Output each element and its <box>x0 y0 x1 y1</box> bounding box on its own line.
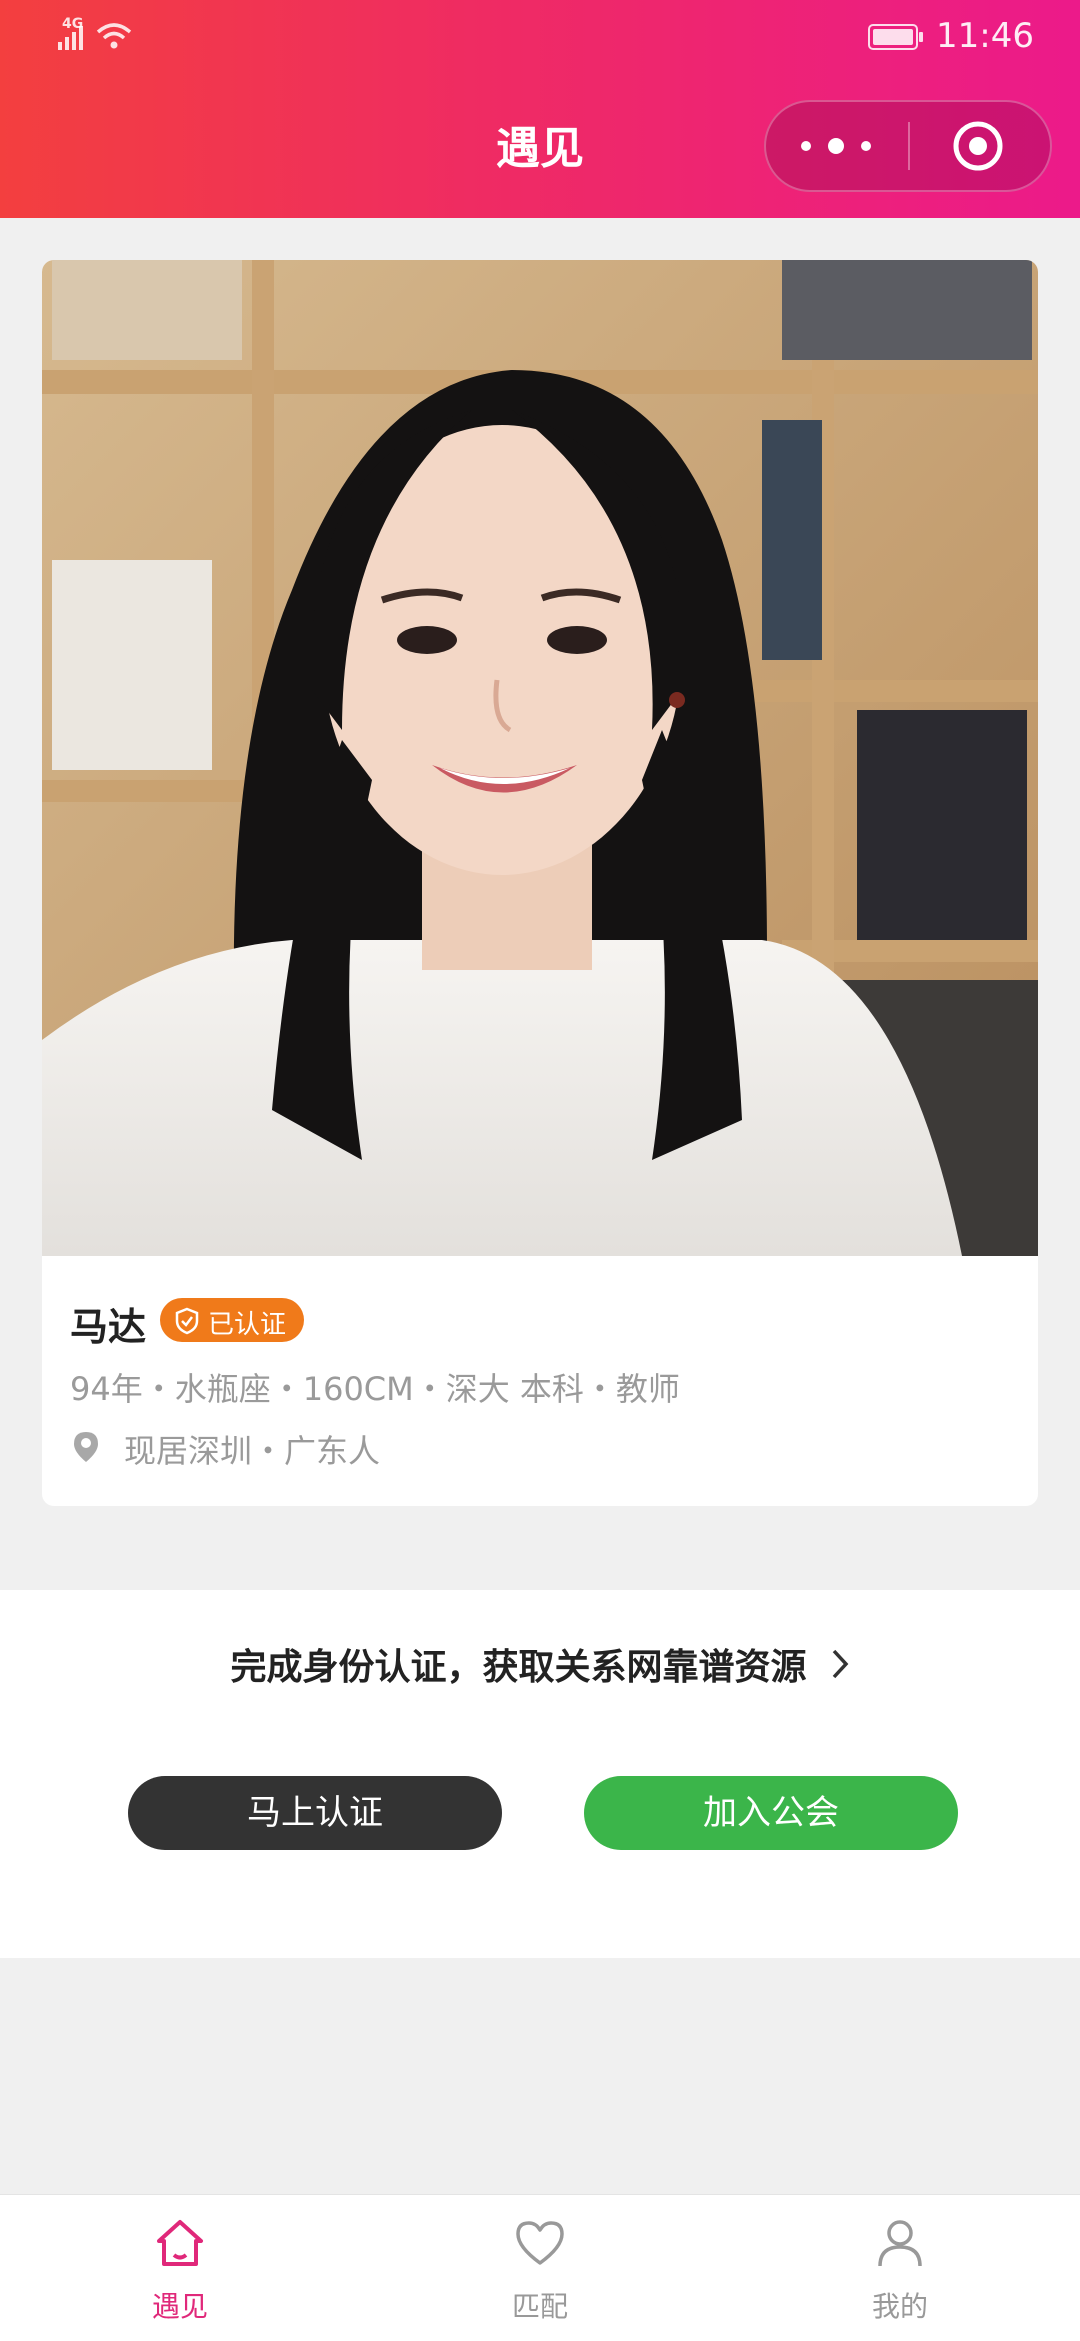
battery-icon <box>868 24 923 50</box>
verified-label: 已认证 <box>208 1310 287 1340</box>
tab-match-label: 匹配 <box>511 2290 568 2323</box>
shield-check-icon <box>175 1307 199 1335</box>
profile-name: 马达 <box>70 1305 147 1349</box>
verify-section: 完成身份认证，获取关系网靠谱资源 马上认证 加入公会 <box>0 1590 1080 1958</box>
chevron-right-icon <box>832 1649 848 1679</box>
verify-promo-text: 完成身份认证，获取关系网靠谱资源 <box>230 1647 807 1688</box>
home-icon <box>157 2220 203 2266</box>
join-guild-button[interactable]: 加入公会 <box>584 1776 958 1850</box>
close-miniprogram-button[interactable] <box>910 102 1052 190</box>
profile-location: 现居深圳・广东人 <box>124 1432 381 1470</box>
tab-meet-label: 遇见 <box>151 2290 208 2323</box>
tab-meet[interactable]: 遇见 <box>80 2195 280 2341</box>
tab-match[interactable]: 匹配 <box>440 2195 640 2341</box>
status-bar: 4G 11:46 <box>0 0 1080 70</box>
location-pin-icon <box>74 1432 98 1462</box>
tab-mine-label: 我的 <box>871 2290 928 2323</box>
signal-icon <box>58 26 83 50</box>
profile-photo[interactable] <box>42 260 1038 1256</box>
profile-info: 94年・水瓶座・160CM・深大 本科・教师 <box>70 1370 680 1408</box>
more-dots-icon <box>801 138 871 154</box>
verify-promo-link[interactable]: 完成身份认证，获取关系网靠谱资源 <box>0 1638 1080 1708</box>
user-icon <box>878 2220 922 2267</box>
heart-icon <box>516 2221 564 2265</box>
verified-badge: 已认证 <box>160 1298 304 1342</box>
target-circle-icon <box>953 121 1003 171</box>
top-header: 4G 11:46 遇见 <box>0 0 1080 218</box>
more-button[interactable] <box>766 102 908 190</box>
mini-program-capsule <box>764 100 1052 192</box>
tab-mine[interactable]: 我的 <box>800 2195 1000 2341</box>
bottom-tab-bar: 遇见 匹配 我的 <box>0 2194 1080 2341</box>
signal-indicator: 4G <box>58 16 172 56</box>
verify-now-button[interactable]: 马上认证 <box>128 1776 502 1850</box>
wifi-icon <box>96 23 132 49</box>
profile-card[interactable]: 马达 已认证 94年・水瓶座・160CM・深大 本科・教师 现居深圳・广东人 <box>42 260 1038 1506</box>
status-time: 11:46 <box>936 16 1034 56</box>
